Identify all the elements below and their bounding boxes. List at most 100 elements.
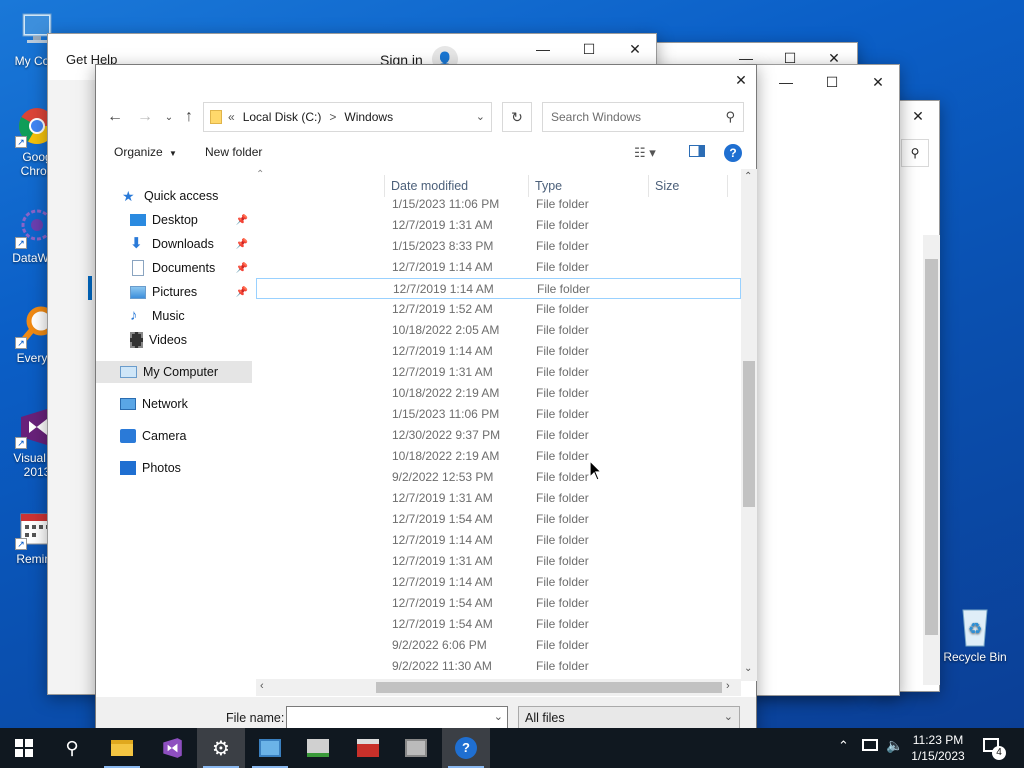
maximize-icon[interactable]: ☐ (809, 67, 855, 97)
minimize-icon[interactable]: — (763, 67, 809, 97)
scrollbar-thumb[interactable] (743, 361, 755, 507)
close-icon[interactable]: ✕ (895, 101, 941, 131)
action-center-button[interactable]: 4 (980, 736, 1006, 760)
table-row[interactable]: 12/7/2019 1:14 AM File folder (256, 257, 741, 278)
nav-downloads[interactable]: ⬇ Downloads 📌 (96, 233, 252, 255)
nav-quick-access[interactable]: ★ Quick access (96, 185, 252, 207)
table-row[interactable]: 12/7/2019 1:14 AM File folder (256, 341, 741, 362)
search-icon[interactable]: ⚲ (48, 728, 96, 768)
scroll-right-arrow-icon[interactable]: › (726, 680, 730, 692)
file-name-field[interactable]: ⌄ (286, 706, 508, 730)
nav-desktop[interactable]: Desktop 📌 (96, 209, 252, 231)
taskbar-get-help[interactable]: ? (442, 728, 490, 768)
table-row[interactable]: 12/7/2019 1:14 AM File folder (256, 278, 741, 299)
breadcrumb-local-disk[interactable]: Local Disk (C:) (243, 110, 322, 124)
organize-button[interactable]: Organize ▼ (114, 145, 177, 159)
breadcrumb-windows[interactable]: Windows (344, 110, 393, 124)
row-date: 12/7/2019 1:14 AM (392, 575, 493, 589)
scroll-left-arrow-icon[interactable]: ‹ (260, 680, 264, 692)
file-type-select[interactable]: All files ⌄ (518, 706, 740, 730)
view-options-icon[interactable]: ☷ ▾ (634, 145, 656, 161)
show-hidden-icons-icon[interactable]: ⌃ (838, 738, 849, 754)
search-icon[interactable]: ⚲ (725, 109, 735, 125)
table-row[interactable]: 1/15/2023 8:33 PM File folder (256, 236, 741, 257)
nav-camera[interactable]: Camera (96, 425, 252, 447)
table-row[interactable]: 12/7/2019 1:14 AM File folder (256, 530, 741, 551)
recent-locations-chevron-icon[interactable]: ⌄ (158, 106, 180, 128)
desktop-icon-recycle-bin[interactable]: ♻ Recycle Bin (938, 604, 1012, 664)
scrollbar[interactable] (923, 235, 940, 685)
table-row[interactable]: 12/7/2019 1:54 AM File folder (256, 614, 741, 635)
table-row[interactable]: 12/7/2019 1:14 AM File folder (256, 572, 741, 593)
clock[interactable]: 11:23 PM 1/15/2023 (906, 732, 970, 764)
table-row[interactable]: 12/7/2019 1:54 AM File folder (256, 509, 741, 530)
nav-documents[interactable]: Documents 📌 (96, 257, 252, 279)
back-arrow-icon[interactable]: ← (104, 106, 126, 128)
refresh-icon[interactable]: ↻ (502, 102, 532, 132)
shortcut-arrow-icon: ↗ (15, 237, 27, 249)
nav-videos[interactable]: Videos (96, 329, 252, 351)
table-row[interactable]: 12/7/2019 1:31 AM File folder (256, 215, 741, 236)
breadcrumb-overflow[interactable]: « (228, 110, 235, 124)
taskbar-visual-studio[interactable] (148, 728, 196, 768)
taskbar-toolbox[interactable] (344, 728, 392, 768)
nav-my-computer[interactable]: My Computer (96, 361, 252, 383)
file-type-value: All files (525, 711, 565, 725)
help-icon[interactable]: ? (724, 144, 742, 162)
table-row[interactable]: 10/18/2022 2:19 AM File folder (256, 383, 741, 404)
nav-music[interactable]: ♪ Music (96, 305, 252, 327)
table-row[interactable]: 12/7/2019 1:52 AM File folder (256, 299, 741, 320)
horizontal-scrollbar[interactable]: ‹ › (256, 679, 741, 696)
table-row[interactable]: 1/15/2023 11:06 PM File folder (256, 404, 741, 425)
address-dropdown-chevron-icon[interactable]: ⌄ (476, 110, 485, 123)
background-window-2[interactable]: — ☐ ✕ (752, 64, 900, 696)
vertical-scrollbar[interactable]: ⌃ ⌄ (741, 169, 757, 681)
table-row[interactable]: 12/30/2022 9:37 PM File folder (256, 425, 741, 446)
maximize-icon[interactable]: ☐ (566, 34, 612, 64)
start-button[interactable] (0, 728, 48, 768)
taskbar-network-app[interactable] (392, 728, 440, 768)
preview-pane-icon[interactable] (689, 145, 705, 157)
table-row[interactable]: 1/15/2023 11:06 PM File folder (256, 194, 741, 215)
close-icon[interactable]: ✕ (612, 34, 658, 64)
forward-arrow-icon[interactable]: → (134, 106, 156, 128)
pin-icon[interactable]: 📌 (236, 287, 248, 298)
pin-icon[interactable]: 📌 (236, 215, 248, 226)
table-row[interactable]: 10/18/2022 2:19 AM File folder (256, 446, 741, 467)
table-row[interactable]: 12/7/2019 1:31 AM File folder (256, 362, 741, 383)
taskbar-control-panel[interactable] (246, 728, 294, 768)
file-list[interactable]: ⌃ Date modified Type Size 1/15/2023 11:0… (256, 169, 741, 684)
pin-icon[interactable]: 📌 (236, 263, 248, 274)
nav-pictures[interactable]: Pictures 📌 (96, 281, 252, 303)
table-row[interactable]: 9/2/2022 11:30 AM File folder (256, 656, 741, 677)
taskbar-app-installer[interactable] (294, 728, 342, 768)
up-arrow-icon[interactable]: ↑ (178, 106, 200, 128)
search-input[interactable]: Search Windows (551, 110, 641, 124)
scroll-up-arrow-icon[interactable]: ⌃ (744, 171, 752, 182)
taskbar-file-explorer[interactable] (98, 728, 146, 768)
table-row[interactable]: 12/7/2019 1:31 AM File folder (256, 551, 741, 572)
search-box[interactable]: Search Windows ⚲ (542, 102, 744, 132)
open-file-dialog[interactable]: ✕ ← → ⌄ ↑ « Local Disk (C:) > Windows ⌄ … (95, 64, 757, 740)
nav-network[interactable]: Network (96, 393, 252, 415)
scrollbar-thumb[interactable] (376, 682, 722, 693)
scroll-down-arrow-icon[interactable]: ⌄ (744, 663, 752, 674)
table-row[interactable]: 9/2/2022 12:53 PM File folder (256, 467, 741, 488)
scrollbar-thumb[interactable] (925, 259, 938, 635)
table-row[interactable]: 10/18/2022 2:05 AM File folder (256, 320, 741, 341)
table-row[interactable]: 9/2/2022 6:06 PM File folder (256, 635, 741, 656)
search-icon[interactable]: ⚲ (901, 139, 929, 167)
minimize-icon[interactable]: — (520, 34, 566, 64)
taskbar-settings[interactable]: ⚙ (197, 728, 245, 768)
new-folder-button[interactable]: New folder (205, 145, 262, 159)
volume-icon[interactable]: 🔈 (886, 737, 903, 754)
table-row[interactable]: 12/7/2019 1:54 AM File folder (256, 593, 741, 614)
chevron-down-icon[interactable]: ⌄ (494, 710, 503, 723)
address-bar[interactable]: « Local Disk (C:) > Windows ⌄ (203, 102, 492, 132)
pin-icon[interactable]: 📌 (236, 239, 248, 250)
network-status-icon[interactable] (862, 739, 878, 751)
table-row[interactable]: 12/7/2019 1:31 AM File folder (256, 488, 741, 509)
close-icon[interactable]: ✕ (855, 67, 901, 97)
close-icon[interactable]: ✕ (718, 65, 764, 95)
nav-photos[interactable]: Photos (96, 457, 252, 479)
